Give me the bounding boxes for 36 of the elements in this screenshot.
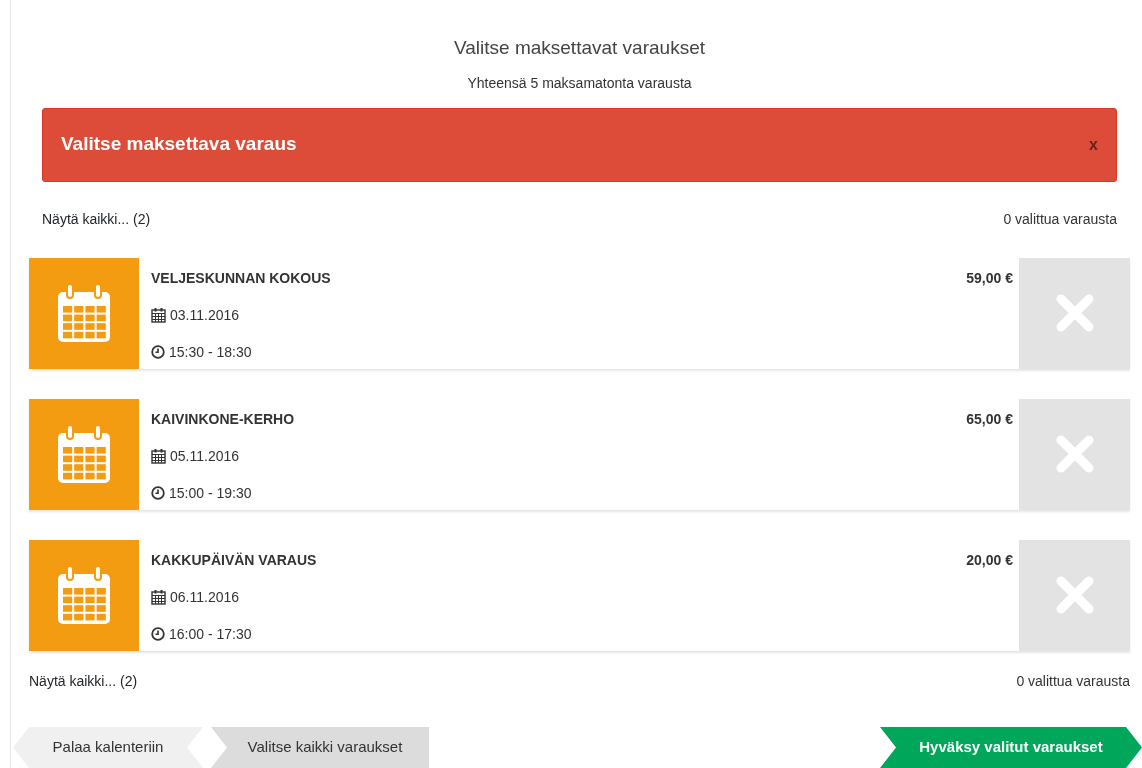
- booking-name: KAKKUPÄIVÄN VARAUS: [151, 550, 318, 570]
- booking-date: 05.11.2016: [170, 446, 240, 466]
- calendar-icon: [57, 566, 111, 624]
- select-toggle[interactable]: [1019, 257, 1130, 369]
- clock-icon: [151, 345, 165, 359]
- booking-name: VELJESKUNNAN KOKOUS: [151, 268, 332, 288]
- show-all-link[interactable]: Näytä kaikki... (2): [29, 670, 138, 692]
- booking-time: 16:00 - 17:30: [169, 624, 252, 644]
- booking-date: 03.11.2016: [170, 305, 240, 325]
- booking-time: 15:30 - 18:30: [169, 342, 252, 362]
- select-toggle[interactable]: [1019, 539, 1130, 651]
- page-title: Valitse maksettavat varaukset: [453, 36, 706, 60]
- booking-price: 65,00 €: [965, 409, 1014, 429]
- show-all-link[interactable]: Näytä kaikki... (2): [42, 208, 151, 230]
- alert-message: Valitse maksettava varaus: [61, 132, 297, 157]
- clock-icon: [151, 486, 165, 500]
- select-toggle[interactable]: [1019, 398, 1130, 510]
- booking-time: 15:00 - 19:30: [169, 483, 252, 503]
- close-icon: [1054, 434, 1095, 474]
- calendar-icon: [57, 284, 111, 342]
- select-all-button[interactable]: Valitse kaikki varaukset: [211, 727, 429, 768]
- booking-price: 20,00 €: [965, 550, 1014, 570]
- calendar-icon: [151, 448, 166, 464]
- selected-count: 0 valittua varausta: [1016, 671, 1130, 691]
- calendar-icon: [151, 307, 166, 323]
- clock-icon: [151, 627, 165, 641]
- selected-count: 0 valittua varausta: [1003, 209, 1117, 229]
- booking-date: 06.11.2016: [170, 587, 240, 607]
- close-icon: [1054, 293, 1095, 333]
- subtitle: Yhteensä 5 maksamatonta varausta: [467, 74, 692, 91]
- booking-price: 59,00 €: [965, 268, 1014, 288]
- close-icon: [1054, 575, 1095, 615]
- calendar-icon: [57, 425, 111, 483]
- back-button[interactable]: Palaa kalenteriin: [13, 727, 203, 768]
- booking-name: KAIVINKONE-KERHO: [151, 409, 296, 429]
- calendar-icon: [151, 589, 166, 605]
